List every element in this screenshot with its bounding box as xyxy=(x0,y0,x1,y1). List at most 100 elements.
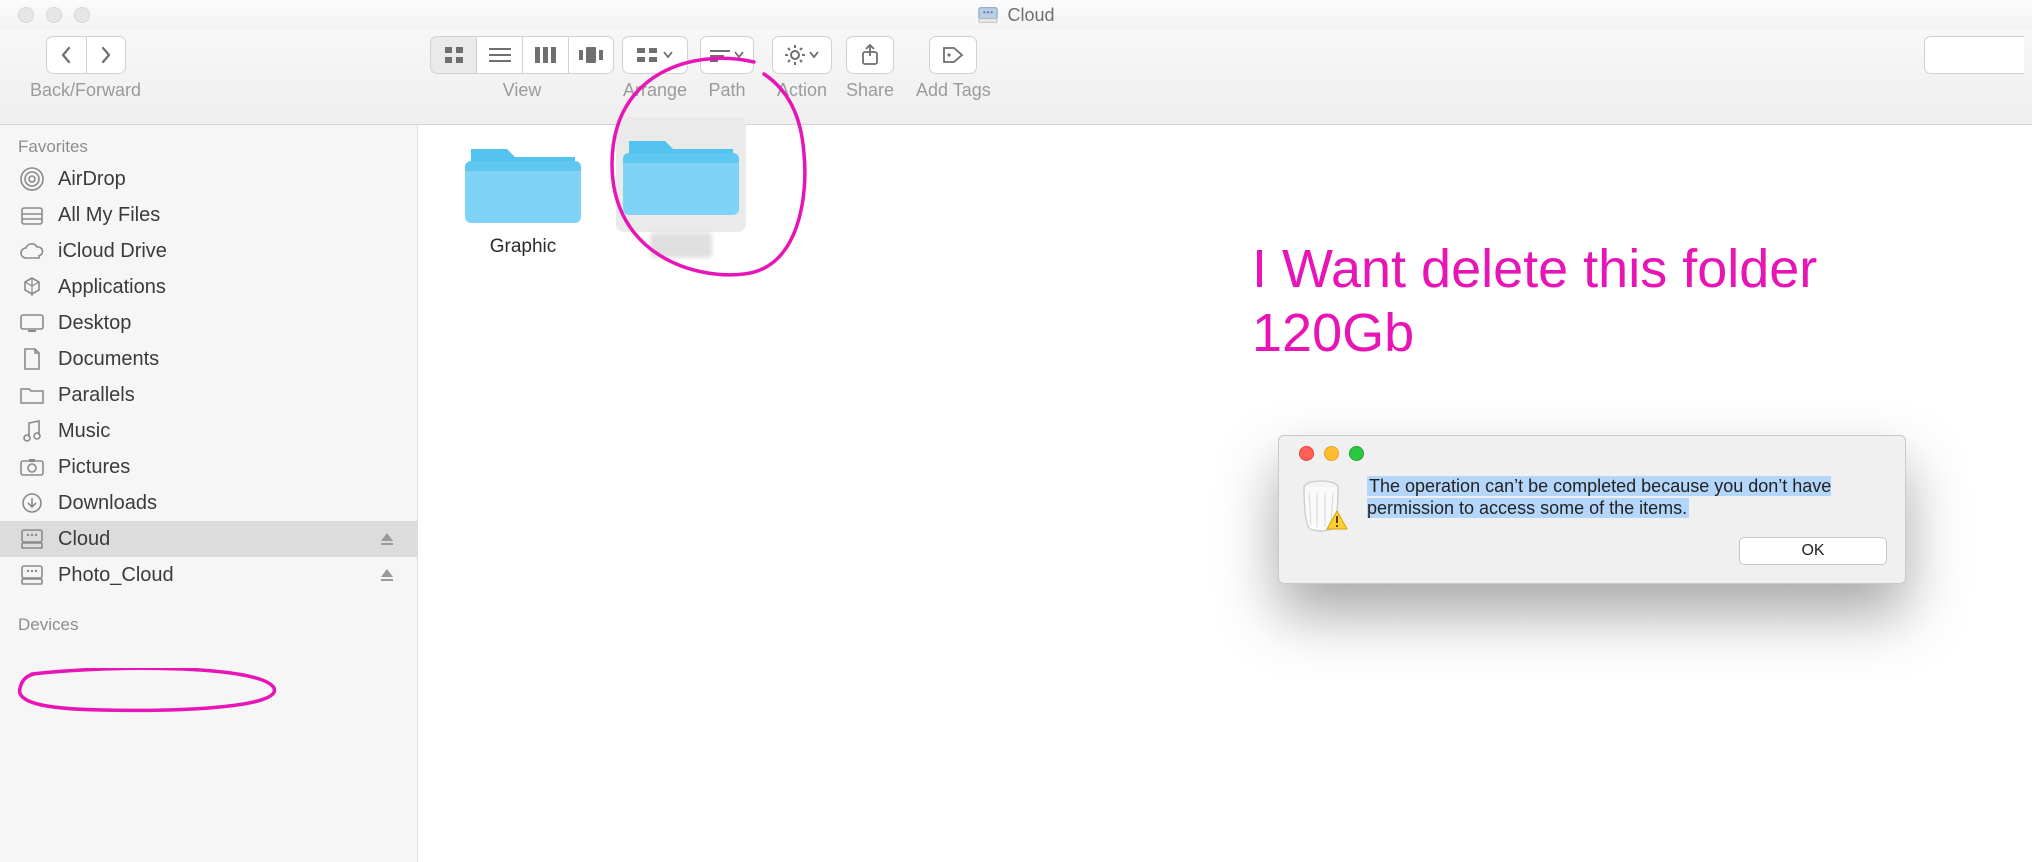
trash-warning-icon xyxy=(1297,475,1349,535)
network-drive-icon xyxy=(977,4,999,26)
folder-item-graphic[interactable]: Graphic xyxy=(458,129,588,258)
toolbar-arrange: Arrange xyxy=(622,36,688,101)
toolbar-path: Path xyxy=(700,36,754,101)
applications-icon xyxy=(18,275,46,299)
documents-icon xyxy=(18,347,46,371)
window-zoom-button[interactable] xyxy=(74,7,90,23)
sidebar-item-icloud[interactable]: iCloud Drive xyxy=(0,233,417,269)
view-label: View xyxy=(430,80,614,101)
permission-error-dialog: The operation can’t be completed because… xyxy=(1278,435,1906,584)
sidebar-item-label: Cloud xyxy=(58,528,110,551)
all-my-files-icon xyxy=(18,203,46,227)
sidebar-devices-header: Devices xyxy=(0,607,417,639)
columns-icon xyxy=(535,47,557,63)
network-drive-icon xyxy=(18,527,46,551)
dialog-close-button[interactable] xyxy=(1299,446,1314,461)
sidebar-item-applications[interactable]: Applications xyxy=(0,269,417,305)
action-label: Action xyxy=(772,80,832,101)
dialog-minimize-button[interactable] xyxy=(1324,446,1339,461)
eject-icon[interactable] xyxy=(379,531,395,547)
eject-icon[interactable] xyxy=(379,567,395,583)
sidebar-item-cloud[interactable]: Cloud xyxy=(0,521,417,557)
back-forward-label: Back/Forward xyxy=(30,80,141,101)
window-title-text: Cloud xyxy=(1007,5,1054,26)
arrange-icon xyxy=(637,47,659,63)
share-icon xyxy=(861,44,879,66)
add-tags-button[interactable] xyxy=(929,36,977,74)
sidebar-item-label: Photo_Cloud xyxy=(58,564,174,587)
dialog-zoom-button[interactable] xyxy=(1349,446,1364,461)
chevron-right-icon xyxy=(99,46,113,64)
sidebar-item-desktop[interactable]: Desktop xyxy=(0,305,417,341)
sidebar-item-documents[interactable]: Documents xyxy=(0,341,417,377)
view-list-button[interactable] xyxy=(476,36,522,74)
annotation-line1: I Want delete this folder xyxy=(1252,237,1817,301)
folder-icon xyxy=(621,127,741,222)
gear-icon xyxy=(785,45,805,65)
add-tags-label: Add Tags xyxy=(916,80,991,101)
chevron-down-icon xyxy=(809,51,819,59)
toolbar-search xyxy=(1924,36,2024,79)
window-title: Cloud xyxy=(0,0,2032,30)
annotation-line2: 120Gb xyxy=(1252,301,1817,365)
sidebar-item-music[interactable]: Music xyxy=(0,413,417,449)
titlebar: Cloud xyxy=(0,0,2032,30)
coverflow-icon xyxy=(579,47,603,63)
chevron-down-icon xyxy=(734,51,744,59)
chevron-left-icon xyxy=(59,46,73,64)
folder-item-label-redacted xyxy=(650,232,711,258)
view-coverflow-button[interactable] xyxy=(568,36,614,74)
sidebar-item-label: Parallels xyxy=(58,384,135,407)
search-field[interactable] xyxy=(1924,36,2024,74)
desktop-icon xyxy=(18,311,46,335)
tag-icon xyxy=(942,46,964,64)
pictures-icon xyxy=(18,455,46,479)
sidebar-item-allmyfiles[interactable]: All My Files xyxy=(0,197,417,233)
action-button[interactable] xyxy=(772,36,832,74)
window-close-button[interactable] xyxy=(18,7,34,23)
airdrop-icon xyxy=(18,167,46,191)
forward-button[interactable] xyxy=(86,36,126,74)
sidebar-item-downloads[interactable]: Downloads xyxy=(0,485,417,521)
dialog-message: The operation can’t be completed because… xyxy=(1367,476,1831,518)
music-icon xyxy=(18,419,46,443)
grid-icon xyxy=(444,46,464,64)
folder-icon xyxy=(18,383,46,407)
path-icon xyxy=(710,48,730,62)
toolbar-action: Action xyxy=(772,36,832,101)
sidebar-item-pictures[interactable]: Pictures xyxy=(0,449,417,485)
window-minimize-button[interactable] xyxy=(46,7,62,23)
sidebar-item-parallels[interactable]: Parallels xyxy=(0,377,417,413)
sidebar-item-label: Downloads xyxy=(58,492,157,515)
sidebar-item-label: iCloud Drive xyxy=(58,240,167,263)
toolbar-back-forward: Back/Forward xyxy=(30,36,141,101)
folder-item-selected[interactable] xyxy=(616,117,746,258)
list-icon xyxy=(489,47,511,63)
sidebar-item-label: Applications xyxy=(58,276,166,299)
sidebar: Favorites AirDrop All My Files iCloud Dr… xyxy=(0,125,418,862)
network-drive-icon xyxy=(18,563,46,587)
view-columns-button[interactable] xyxy=(522,36,568,74)
downloads-icon xyxy=(18,491,46,515)
dialog-window-controls xyxy=(1297,436,1887,475)
content-pane[interactable]: Graphic xyxy=(418,125,2032,862)
sidebar-item-airdrop[interactable]: AirDrop xyxy=(0,161,417,197)
sidebar-item-label: Music xyxy=(58,420,110,443)
folder-item-label: Graphic xyxy=(458,236,588,258)
toolbar-view: View xyxy=(430,36,614,101)
back-button[interactable] xyxy=(46,36,86,74)
share-label: Share xyxy=(846,80,894,101)
share-button[interactable] xyxy=(846,36,894,74)
dialog-ok-button[interactable]: OK xyxy=(1739,537,1887,565)
sidebar-item-photo-cloud[interactable]: Photo_Cloud xyxy=(0,557,417,593)
arrange-button[interactable] xyxy=(622,36,688,74)
toolbar-tags: Add Tags xyxy=(916,36,991,101)
path-label: Path xyxy=(700,80,754,101)
cloud-icon xyxy=(18,239,46,263)
view-icons-button[interactable] xyxy=(430,36,476,74)
chevron-down-icon xyxy=(663,51,673,59)
toolbar: Back/Forward xyxy=(0,30,2032,125)
path-button[interactable] xyxy=(700,36,754,74)
annotation-text: I Want delete this folder 120Gb xyxy=(1252,237,1817,365)
toolbar-share: Share xyxy=(846,36,894,101)
